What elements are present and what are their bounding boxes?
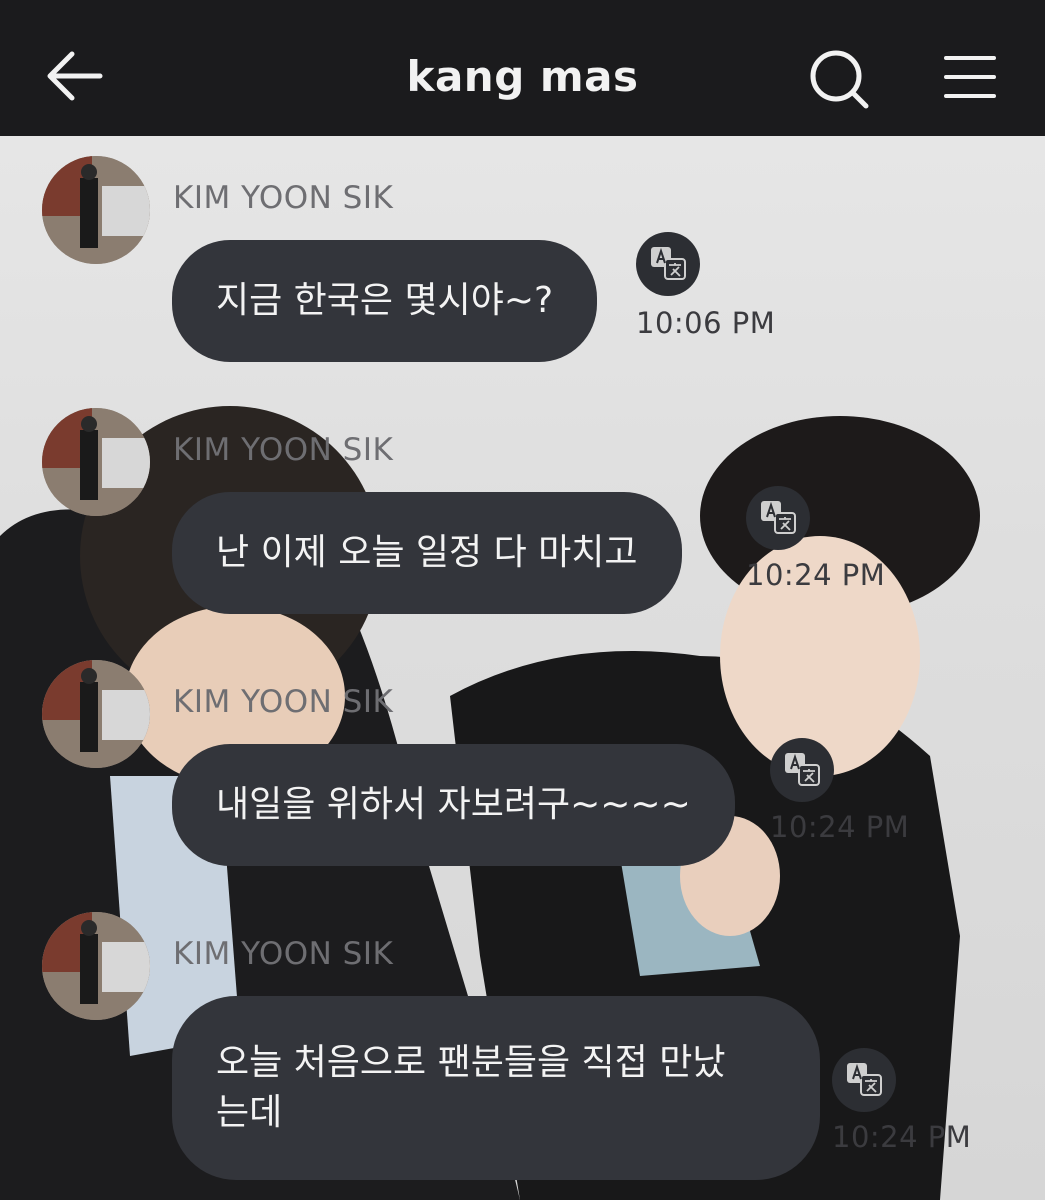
- avatar-photo: [42, 408, 150, 516]
- message-time: 10:24 PM: [746, 558, 886, 592]
- menu-button[interactable]: [942, 52, 998, 102]
- chat-area[interactable]: KIM YOON SIK 지금 한국은 몇시야~? 10:06 PM KIM Y…: [0, 136, 1045, 1200]
- message-bubble[interactable]: 오늘 처음으로 팬분들을 직접 만났 는데: [172, 996, 820, 1180]
- avatar-photo: [42, 156, 150, 264]
- translate-button[interactable]: [832, 1048, 896, 1112]
- sender-name: KIM YOON SIK: [173, 180, 394, 216]
- translate-icon: [761, 501, 796, 534]
- translate-icon: [847, 1063, 882, 1096]
- message-time: 10:24 PM: [770, 810, 910, 844]
- message-time: 10:24 PM: [832, 1120, 972, 1154]
- message-group: KIM YOON SIK 지금 한국은 몇시야~? 10:06 PM: [0, 156, 1045, 406]
- message-bubble[interactable]: 지금 한국은 몇시야~?: [172, 240, 598, 362]
- search-button[interactable]: [806, 48, 872, 110]
- translate-icon: [651, 247, 686, 280]
- translate-button[interactable]: [636, 232, 700, 296]
- avatar[interactable]: [42, 408, 150, 516]
- translate-icon: [785, 753, 820, 786]
- message-group: KIM YOON SIK 내일을 위하서 자보려구~~~~ 10:24 PM: [0, 660, 1045, 910]
- message-bubble[interactable]: 난 이제 오늘 일정 다 마치고: [172, 492, 682, 614]
- chat-header: kang mas: [0, 0, 1045, 136]
- message-text: 지금 한국은 몇시야~?: [216, 280, 554, 321]
- message-text: 난 이제 오늘 일정 다 마치고: [216, 532, 638, 573]
- search-icon: [810, 50, 869, 109]
- sender-name: KIM YOON SIK: [173, 684, 394, 720]
- translate-button[interactable]: [746, 486, 810, 550]
- message-text: 오늘 처음으로 팬분들을 직접 만났 는데: [216, 1042, 726, 1133]
- menu-icon: [944, 56, 996, 98]
- avatar-photo: [42, 660, 150, 768]
- avatar[interactable]: [42, 156, 150, 264]
- avatar[interactable]: [42, 660, 150, 768]
- avatar-photo: [42, 912, 150, 1020]
- sender-name: KIM YOON SIK: [173, 936, 394, 972]
- message-time: 10:06 PM: [636, 306, 776, 340]
- sender-name: KIM YOON SIK: [173, 432, 394, 468]
- translate-button[interactable]: [770, 738, 834, 802]
- message-text: 내일을 위하서 자보려구~~~~: [216, 784, 691, 825]
- avatar[interactable]: [42, 912, 150, 1020]
- message-group: KIM YOON SIK 난 이제 오늘 일정 다 마치고 10:24 PM: [0, 408, 1045, 658]
- message-bubble[interactable]: 내일을 위하서 자보려구~~~~: [172, 744, 735, 866]
- chat-title: kang mas: [406, 52, 639, 101]
- message-group: KIM YOON SIK 오늘 처음으로 팬분들을 직접 만났 는데 10:24…: [0, 912, 1045, 1200]
